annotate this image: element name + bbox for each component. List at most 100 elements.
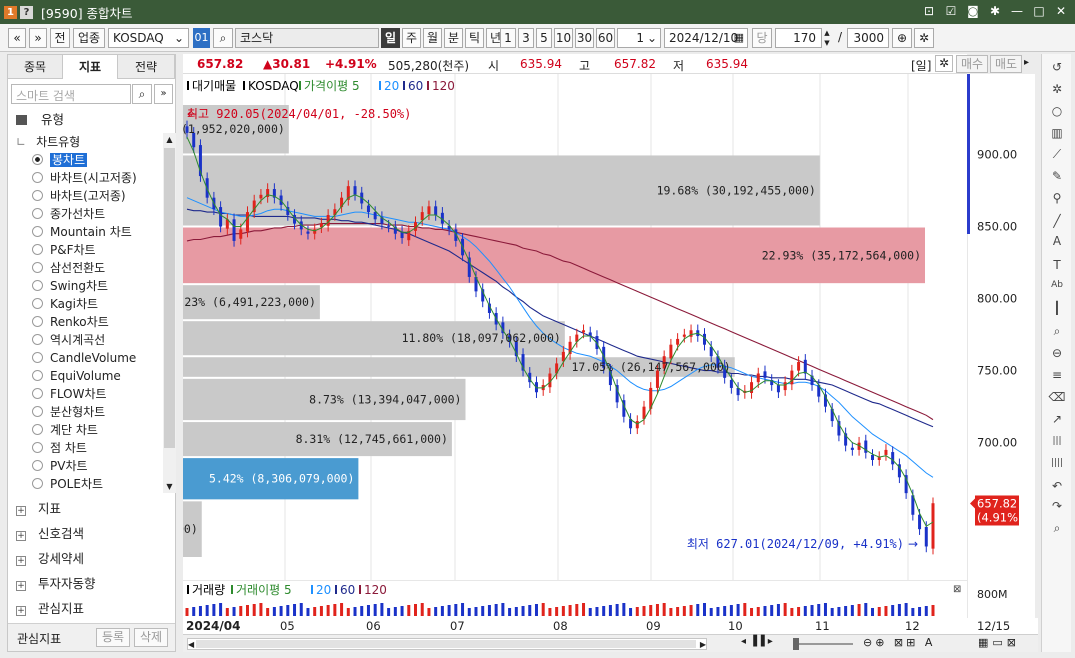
chart-gear-icon[interactable]: ✲ — [935, 55, 953, 72]
radio-icon[interactable] — [32, 406, 43, 417]
chart-type-item[interactable]: EquiVolume — [32, 367, 121, 385]
scroll-right-icon[interactable]: ▶ — [700, 640, 706, 649]
smart-search-input[interactable]: 스마트 검색 — [11, 84, 131, 104]
app-number-icon[interactable]: 1 — [4, 5, 17, 19]
price-chart[interactable]: 3.27% (1,952,020,000) 19.68% (30,192,455,… — [183, 74, 967, 580]
radio-icon[interactable] — [32, 334, 43, 345]
radio-icon[interactable] — [32, 190, 43, 201]
zoom-out-icon[interactable]: ⊖ — [1048, 344, 1066, 362]
period-tab-2[interactable]: 월 — [423, 28, 442, 48]
line-icon[interactable]: ╱ — [1048, 212, 1066, 230]
candle-icon[interactable]: ┃ — [1048, 299, 1066, 317]
bars-spinner[interactable]: ▲ ▼ — [822, 28, 832, 48]
sector-button[interactable]: 업종 — [73, 28, 105, 48]
section-type[interactable]: 유형 — [16, 110, 64, 130]
parallel-icon[interactable]: ||| — [1048, 432, 1066, 450]
text-box-icon[interactable]: Ab — [1048, 276, 1066, 294]
period-tab-4[interactable]: 틱 — [465, 28, 484, 48]
section-3[interactable]: + 투자자동향 — [16, 574, 96, 594]
expand-icon[interactable]: + — [16, 606, 26, 616]
radio-icon[interactable] — [32, 316, 43, 327]
help-icon[interactable]: ? — [20, 5, 33, 19]
left-tab-2[interactable]: 전략 — [118, 55, 175, 79]
panel-toggle-icon[interactable]: ▸ — [1024, 57, 1036, 71]
radio-icon[interactable] — [32, 478, 43, 489]
chart-type-item[interactable]: PV차트 — [32, 457, 88, 475]
search-icon[interactable]: ⌕ — [213, 28, 233, 48]
radio-icon[interactable] — [32, 244, 43, 255]
name-field[interactable]: 코스닥 — [235, 28, 379, 48]
nav-down-button[interactable]: » — [29, 28, 47, 48]
horizontal-scrollbar[interactable]: ◀ ▶ — [187, 638, 707, 650]
radio-icon[interactable] — [32, 208, 43, 219]
prev-button[interactable]: 전 — [50, 28, 70, 48]
period-tab-3[interactable]: 분 — [444, 28, 463, 48]
radio-icon[interactable] — [32, 262, 43, 273]
code-badge[interactable]: 01 — [193, 28, 210, 48]
circle-icon[interactable]: ○ — [1048, 102, 1066, 120]
radio-icon[interactable] — [32, 442, 43, 453]
section-4[interactable]: + 관심지표 — [16, 599, 84, 619]
tree-scrollbar[interactable]: ▲ ▼ — [163, 133, 176, 493]
section-1[interactable]: + 신호검색 — [16, 524, 84, 544]
chart-type-item[interactable]: 역시계곡선 — [32, 331, 105, 349]
interval-button-2[interactable]: 5 — [536, 28, 552, 48]
chart-type-item[interactable]: 계단 차트 — [32, 421, 98, 439]
chart-type-item[interactable]: Swing차트 — [32, 277, 108, 295]
interval-button-4[interactable]: 30 — [575, 28, 594, 48]
fib-icon[interactable]: ≡ — [1048, 366, 1066, 384]
bars-field[interactable]: 170 — [775, 28, 822, 48]
nav-prev-button[interactable]: « — [8, 28, 26, 48]
undo-icon[interactable]: ↶ — [1048, 477, 1066, 495]
frame-icon[interactable]: ⊡ — [921, 3, 937, 19]
close-icon[interactable]: ✕ — [1053, 3, 1069, 19]
scroll-thumb[interactable] — [196, 640, 696, 648]
gear-icon[interactable]: ✱ — [987, 3, 1003, 19]
radio-icon[interactable] — [32, 226, 43, 237]
max-field[interactable]: 3000 — [847, 28, 889, 48]
expand-down-icon[interactable]: » — [154, 84, 173, 104]
chart-type-item[interactable]: Mountain 차트 — [32, 223, 132, 241]
radio-icon[interactable] — [32, 298, 43, 309]
pen-icon[interactable]: ✎ — [1048, 167, 1066, 185]
minimize-icon[interactable]: — — [1009, 3, 1025, 19]
scroll-up-icon[interactable]: ▲ — [163, 133, 176, 146]
zoom-icon[interactable]: ⌕ — [1048, 322, 1066, 340]
chart-type-item[interactable]: 바차트(고저종) — [32, 187, 126, 205]
radio-icon[interactable] — [32, 352, 43, 363]
date-field[interactable]: 2024/12/10 ▦ — [664, 28, 748, 48]
period-tab-1[interactable]: 주 — [402, 28, 421, 48]
chart-type-item[interactable]: Renko차트 — [32, 313, 109, 331]
arrow-icon[interactable]: ↗ — [1048, 410, 1066, 428]
auto-icon[interactable]: A — [1048, 232, 1066, 250]
zoom-slider[interactable] — [793, 638, 853, 650]
view-controls-icon[interactable]: ▦▭⊠ — [978, 636, 1020, 649]
buy-button[interactable]: 매수 — [956, 55, 988, 73]
footer-add-button[interactable]: 등록 — [96, 628, 130, 647]
chart-type-item[interactable]: FLOW차트 — [32, 385, 107, 403]
chart-type-item[interactable]: P&F차트 — [32, 241, 96, 259]
gear-icon[interactable]: ✲ — [1048, 80, 1066, 98]
interval-button-1[interactable]: 3 — [518, 28, 534, 48]
radio-icon[interactable] — [32, 370, 43, 381]
chart-type-item[interactable]: 봉차트 — [32, 151, 88, 169]
refresh-icon[interactable]: ↺ — [1048, 58, 1066, 76]
dang-button[interactable]: 당 — [752, 28, 772, 48]
maximize-icon[interactable]: □ — [1031, 3, 1047, 19]
interval-button-0[interactable]: 1 — [500, 28, 516, 48]
zoom-controls-icon[interactable]: ⊖⊕ ⊠⊞ A — [863, 636, 935, 649]
calendar-icon[interactable]: ▦ — [734, 29, 744, 47]
radio-icon[interactable] — [32, 460, 43, 471]
interval-button-5[interactable]: 60 — [596, 28, 615, 48]
chart-type-item[interactable]: Kagi차트 — [32, 295, 98, 313]
search-icon[interactable]: ⌕ — [132, 84, 152, 104]
trendline-icon[interactable]: ⟋ — [1048, 145, 1066, 163]
grid-icon[interactable]: |||| — [1048, 454, 1066, 472]
expand-icon[interactable]: + — [16, 506, 26, 516]
scroll-thumb[interactable] — [164, 148, 175, 448]
text-icon[interactable]: T — [1048, 256, 1066, 274]
erase-icon[interactable]: ⌫ — [1048, 388, 1066, 406]
scroll-left-icon[interactable]: ◀ — [188, 640, 194, 649]
footer-delete-button[interactable]: 삭제 — [134, 628, 168, 647]
tree-parent-chart-type[interactable]: ∟ 차트유형 — [16, 133, 80, 151]
